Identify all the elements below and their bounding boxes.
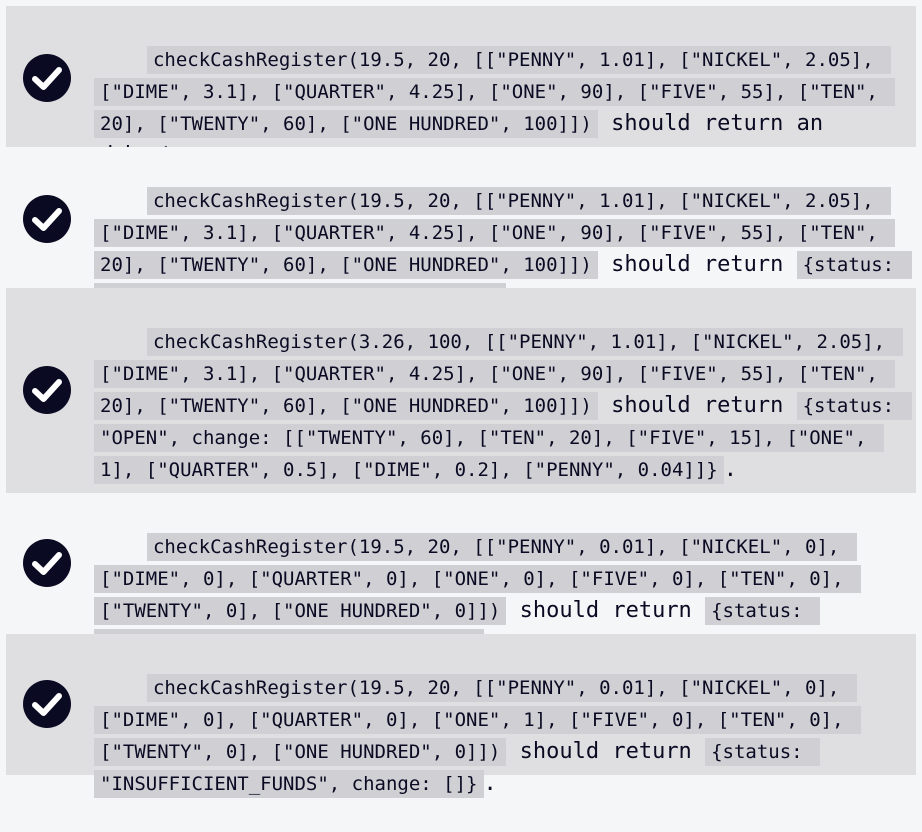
test-row: checkCashRegister(19.5, 20, [["PENNY", 0… bbox=[6, 493, 916, 657]
test-row: checkCashRegister(19.5, 20, [["PENNY", 0… bbox=[6, 634, 916, 798]
test-text: should return bbox=[506, 598, 706, 623]
test-description: checkCashRegister(3.26, 100, [["PENNY", … bbox=[94, 294, 912, 518]
test-text-tail: . bbox=[723, 457, 737, 482]
test-row: checkCashRegister(19.5, 20, [["PENNY", 1… bbox=[6, 147, 916, 311]
check-icon bbox=[22, 538, 72, 588]
test-text-tail: . bbox=[483, 771, 497, 796]
check-icon bbox=[22, 194, 72, 244]
check-icon bbox=[22, 365, 72, 415]
test-text: should return bbox=[597, 252, 797, 277]
check-icon bbox=[22, 53, 72, 103]
test-row: checkCashRegister(19.5, 20, [["PENNY", 1… bbox=[6, 6, 916, 168]
test-text: should return bbox=[597, 393, 797, 418]
test-text: should return bbox=[506, 739, 706, 764]
check-icon bbox=[22, 679, 72, 729]
test-row: checkCashRegister(3.26, 100, [["PENNY", … bbox=[6, 288, 916, 493]
test-description: checkCashRegister(19.5, 20, [["PENNY", 0… bbox=[94, 640, 902, 832]
